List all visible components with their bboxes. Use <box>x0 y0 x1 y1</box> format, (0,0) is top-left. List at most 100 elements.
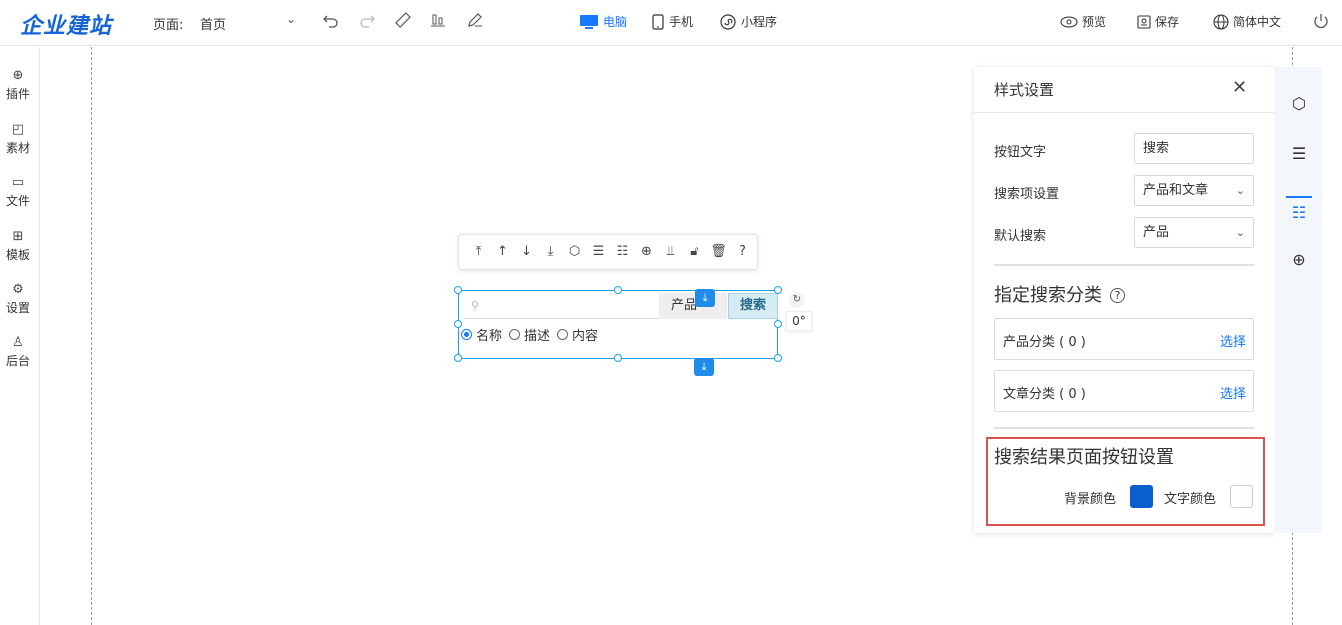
user-icon: ♙ <box>12 335 24 350</box>
resize-handle-tr[interactable] <box>774 286 782 294</box>
layer-2-icon[interactable]: ☷ <box>1288 202 1310 224</box>
radio-name[interactable] <box>461 329 472 340</box>
default-search-value: 产品 <box>1143 225 1170 240</box>
device-mobile[interactable]: 手机 <box>652 13 693 30</box>
page-label: 页面: <box>153 18 184 33</box>
edit-icon[interactable] <box>465 11 485 31</box>
sidebar-item-label: 插件 <box>5 87 30 101</box>
search-widget[interactable]: ⚲ 产品 搜索 名称 描述 内容 <box>454 286 782 362</box>
language-label: 简体中文 <box>1233 15 1282 29</box>
eye-icon <box>1060 15 1078 28</box>
chevron-down-icon[interactable]: ⌄ <box>286 12 296 26</box>
resize-handle-r[interactable] <box>774 320 782 328</box>
undo-icon[interactable] <box>321 11 341 31</box>
sidebar-item-label: 模板 <box>5 248 30 262</box>
shapes-icon: ◰ <box>11 122 25 137</box>
default-search-select[interactable]: 产品 ⌄ <box>1134 217 1254 248</box>
layer-1-icon[interactable]: ☰ <box>1288 143 1310 165</box>
device-miniprogram[interactable]: 小程序 <box>720 13 777 30</box>
align-bottom-icon[interactable]: ⫫ <box>661 242 680 262</box>
rotate-icon[interactable]: ↻ <box>789 292 805 308</box>
button-text-input[interactable]: 搜索 <box>1134 133 1254 164</box>
style-settings-icon[interactable]: ⬡ <box>1288 93 1310 115</box>
device-desktop[interactable]: 电脑 <box>580 13 627 30</box>
article-category-row: 文章分类 ( 0 ) 选择 <box>994 370 1254 412</box>
rotation-angle: 0° <box>786 311 812 331</box>
resize-handle-b[interactable] <box>614 354 622 362</box>
align-center-icon[interactable]: ⊕ <box>1288 249 1310 271</box>
panel-divider <box>974 112 1274 113</box>
article-category-select-link[interactable]: 选择 <box>1220 383 1246 402</box>
align-bottom-icon[interactable] <box>428 11 448 31</box>
element-toolbar: ⤒ ↑ ↓ ⤓ ⬡ ☰ ☷ ⊕ ⫫ 🔓︎ 🗑︎ ? <box>458 234 758 270</box>
radio-content[interactable] <box>557 329 569 340</box>
sidebar-item-label: 素材 <box>5 141 30 155</box>
close-icon[interactable]: ✕ <box>1232 77 1247 98</box>
insert-below-icon[interactable]: ⤓ <box>695 289 715 307</box>
gear-icon: ⚙ <box>12 282 24 297</box>
search-button[interactable]: 搜索 <box>728 293 778 319</box>
button-text-label: 按钮文字 <box>994 145 1047 160</box>
delete-icon[interactable]: 🗑︎ <box>709 242 728 262</box>
resize-handle-l[interactable] <box>454 320 462 328</box>
save-button[interactable]: 保存 <box>1137 13 1179 30</box>
search-scope-select[interactable]: 产品和文章 ⌄ <box>1134 175 1254 206</box>
device-desktop-label: 电脑 <box>603 15 628 29</box>
section-divider <box>994 264 1254 266</box>
radio-description[interactable] <box>509 329 521 340</box>
chevron-down-icon: ⌄ <box>1235 226 1245 239</box>
layer-2-icon[interactable]: ☷ <box>613 242 632 262</box>
search-scope-value: 产品和文章 <box>1143 183 1209 198</box>
unlock-icon[interactable]: 🔓︎ <box>685 242 704 262</box>
ruler-icon[interactable] <box>393 11 413 31</box>
help-icon[interactable]: ? <box>1110 288 1125 303</box>
sidebar-item-label: 设置 <box>5 301 30 315</box>
preview-button[interactable]: 预览 <box>1060 13 1106 30</box>
sidebar-item-files[interactable]: ▭ 文件 <box>0 174 36 209</box>
product-category-select-link[interactable]: 选择 <box>1220 331 1246 350</box>
sidebar-item-backend[interactable]: ♙ 后台 <box>0 334 36 369</box>
power-icon[interactable] <box>1311 12 1331 32</box>
move-down-icon[interactable]: ↓ <box>517 242 536 262</box>
product-category-label: 产品分类 ( 0 ) <box>1003 335 1086 350</box>
sidebar-item-settings[interactable]: ⚙ 设置 <box>0 281 36 316</box>
category-section-title-text: 指定搜索分类 <box>994 285 1102 306</box>
category-section-title: 指定搜索分类? <box>994 281 1125 307</box>
move-top-icon[interactable]: ⤒ <box>469 242 488 262</box>
sidebar-item-label: 文件 <box>5 194 30 208</box>
brand-logo[interactable]: 企业建站 <box>20 8 112 40</box>
search-icon: ⚲ <box>471 299 480 312</box>
sidebar-item-templates[interactable]: ⊞ 模板 <box>0 228 36 263</box>
search-field-radios: 名称 描述 内容 <box>461 325 598 344</box>
move-bottom-icon[interactable]: ⤓ <box>541 242 560 262</box>
resize-handle-bl[interactable] <box>454 354 462 362</box>
insert-below-icon[interactable]: ⤓ <box>694 358 714 376</box>
radio-name-label: 名称 <box>476 329 503 344</box>
button-text-value: 搜索 <box>1143 141 1170 156</box>
sidebar-item-plugins[interactable]: ⊕ 插件 <box>0 67 36 102</box>
align-center-icon[interactable]: ⊕ <box>637 242 656 262</box>
search-input[interactable]: ⚲ <box>463 293 661 319</box>
resize-handle-t[interactable] <box>614 286 622 294</box>
highlight-box <box>986 437 1265 526</box>
miniprogram-icon <box>720 13 736 30</box>
move-up-icon[interactable]: ↑ <box>493 242 512 262</box>
monitor-icon <box>580 14 598 29</box>
search-type-select[interactable]: 产品 <box>659 293 727 319</box>
sidebar-item-materials[interactable]: ◰ 素材 <box>0 121 36 156</box>
right-rail: ⬡ ☰ ☷ ⊕ <box>1274 67 1322 533</box>
redo-icon[interactable] <box>357 11 377 31</box>
folder-icon: ▭ <box>11 175 25 190</box>
help-icon[interactable]: ? <box>733 242 752 262</box>
article-category-label: 文章分类 ( 0 ) <box>1003 387 1086 402</box>
left-sidebar: ⊕ 插件 ◰ 素材 ▭ 文件 ⊞ 模板 ⚙ 设置 ♙ 后台 <box>0 47 40 625</box>
layer-1-icon[interactable]: ☰ <box>589 242 608 262</box>
rail-active-indicator <box>1286 196 1312 198</box>
style-icon[interactable]: ⬡ <box>565 242 584 262</box>
resize-handle-tl[interactable] <box>454 286 462 294</box>
resize-handle-br[interactable] <box>774 354 782 362</box>
search-row: ⚲ 产品 搜索 <box>463 293 778 319</box>
page-select[interactable]: 首页 <box>200 14 226 33</box>
language-button[interactable]: 简体中文 <box>1213 13 1281 30</box>
radio-content-label: 内容 <box>572 329 599 344</box>
